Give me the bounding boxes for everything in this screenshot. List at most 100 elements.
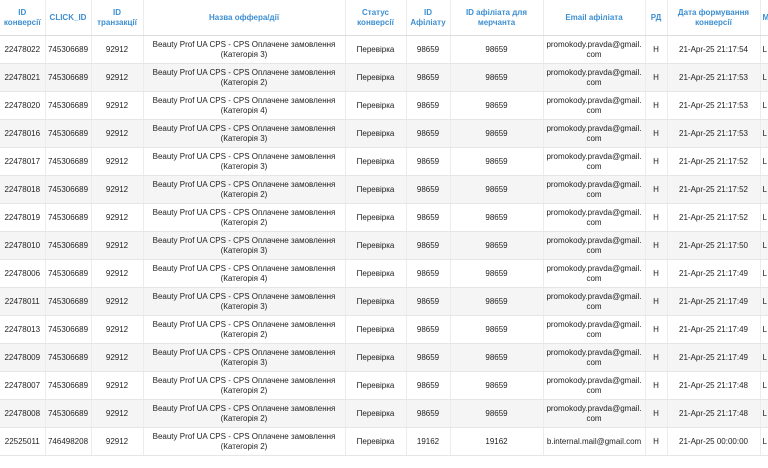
conversion-id-cell: 22478007 — [0, 371, 46, 400]
extra-cell: L — [760, 91, 768, 120]
header-offer-name[interactable]: Назва оффера/дії — [143, 0, 346, 36]
table-row[interactable]: 22478009 745306689 92912 Beauty Prof UA CPS… — [0, 343, 768, 372]
conversion-date-cell: 21-Apr-25 21:17:48 — [667, 399, 761, 428]
rd-cell: Н — [645, 203, 668, 232]
affiliate-id-cell: 98659 — [406, 35, 451, 64]
affiliate-email-cell: promokody.pravda@gmail.com — [543, 63, 646, 92]
status-cell: Перевірка — [345, 427, 407, 456]
table-row[interactable]: 22478011 745306689 92912 Beauty Prof UA CPS… — [0, 287, 768, 316]
conversion-date-cell: 21-Apr-25 21:17:49 — [667, 259, 761, 288]
header-merchant-affiliate-id[interactable]: ID афіліата для мерчанта — [450, 0, 544, 36]
header-click-id[interactable]: CLICK_ID — [45, 0, 92, 36]
transaction-id-cell: 92912 — [91, 203, 144, 232]
merchant-affiliate-id-cell: 98659 — [450, 371, 544, 400]
transaction-id-cell: 92912 — [91, 231, 144, 260]
transaction-id-cell: 92912 — [91, 91, 144, 120]
table-row[interactable]: 22525011 746498208 92912 Beauty Prof UA CPS… — [0, 427, 768, 456]
status-cell: Перевірка — [345, 35, 407, 64]
merchant-affiliate-id-cell: 98659 — [450, 315, 544, 344]
affiliate-email-cell: promokody.pravda@gmail.com — [543, 91, 646, 120]
transaction-id-cell: 92912 — [91, 147, 144, 176]
table-header-row: ID конверсії CLICK_ID ID транзакції Назв… — [0, 0, 768, 36]
transaction-id-cell: 92912 — [91, 315, 144, 344]
affiliate-id-cell: 98659 — [406, 343, 451, 372]
header-conversion-id[interactable]: ID конверсії — [0, 0, 46, 36]
merchant-affiliate-id-cell: 98659 — [450, 259, 544, 288]
table-row[interactable]: 22478006 745306689 92912 Beauty Prof UA CPS… — [0, 259, 768, 288]
click-id-cell: 745306689 — [45, 259, 92, 288]
extra-cell: L — [760, 175, 768, 204]
affiliate-email-cell: promokody.pravda@gmail.com — [543, 203, 646, 232]
conversion-id-cell: 22478019 — [0, 203, 46, 232]
extra-cell: L — [760, 35, 768, 64]
table-row[interactable]: 22478020 745306689 92912 Beauty Prof UA CPS… — [0, 91, 768, 120]
click-id-cell: 746498208 — [45, 427, 92, 456]
merchant-affiliate-id-cell: 98659 — [450, 35, 544, 64]
status-cell: Перевірка — [345, 315, 407, 344]
header-affiliate-id[interactable]: ID Афіліату — [406, 0, 451, 36]
header-affiliate-email[interactable]: Email афіліата — [543, 0, 646, 36]
transaction-id-cell: 92912 — [91, 287, 144, 316]
affiliate-email-cell: promokody.pravda@gmail.com — [543, 35, 646, 64]
offer-name-cell: Beauty Prof UA CPS - CPS Оплачене замовл… — [143, 287, 346, 316]
rd-cell: Н — [645, 231, 668, 260]
header-conversion-status[interactable]: Статус конверсії — [345, 0, 407, 36]
transaction-id-cell: 92912 — [91, 63, 144, 92]
click-id-cell: 745306689 — [45, 119, 92, 148]
conversion-date-cell: 21-Apr-25 21:17:53 — [667, 119, 761, 148]
rd-cell: Н — [645, 287, 668, 316]
header-transaction-id[interactable]: ID транзакції — [91, 0, 144, 36]
extra-cell: L — [760, 315, 768, 344]
affiliate-id-cell: 98659 — [406, 203, 451, 232]
table-row[interactable]: 22478010 745306689 92912 Beauty Prof UA CPS… — [0, 231, 768, 260]
offer-name-cell: Beauty Prof UA CPS - CPS Оплачене замовл… — [143, 371, 346, 400]
table-row[interactable]: 22478008 745306689 92912 Beauty Prof UA CPS… — [0, 399, 768, 428]
conversion-id-cell: 22525011 — [0, 427, 46, 456]
conversion-id-cell: 22478010 — [0, 231, 46, 260]
affiliate-email-cell: promokody.pravda@gmail.com — [543, 119, 646, 148]
table-row[interactable]: 22478007 745306689 92912 Beauty Prof UA CPS… — [0, 371, 768, 400]
conversion-date-cell: 21-Apr-25 21:17:53 — [667, 63, 761, 92]
rd-cell: Н — [645, 343, 668, 372]
offer-name-cell: Beauty Prof UA CPS - CPS Оплачене замовл… — [143, 175, 346, 204]
table-row[interactable]: 22478021 745306689 92912 Beauty Prof UA CPS… — [0, 63, 768, 92]
affiliate-email-cell: promokody.pravda@gmail.com — [543, 399, 646, 428]
status-cell: Перевірка — [345, 371, 407, 400]
rd-cell: Н — [645, 91, 668, 120]
extra-cell: L — [760, 427, 768, 456]
status-cell: Перевірка — [345, 343, 407, 372]
header-conversion-date[interactable]: Дата формування конверсії — [667, 0, 761, 36]
rd-cell: Н — [645, 119, 668, 148]
table-row[interactable]: 22478022 745306689 92912 Beauty Prof UA CPS… — [0, 35, 768, 64]
offer-name-cell: Beauty Prof UA CPS - CPS Оплачене замовл… — [143, 343, 346, 372]
click-id-cell: 745306689 — [45, 371, 92, 400]
click-id-cell: 745306689 — [45, 175, 92, 204]
extra-cell: L — [760, 259, 768, 288]
status-cell: Перевірка — [345, 231, 407, 260]
conversion-id-cell: 22478009 — [0, 343, 46, 372]
table-row[interactable]: 22478018 745306689 92912 Beauty Prof UA CPS… — [0, 175, 768, 204]
rd-cell: Н — [645, 427, 668, 456]
transaction-id-cell: 92912 — [91, 371, 144, 400]
merchant-affiliate-id-cell: 98659 — [450, 231, 544, 260]
conversion-date-cell: 21-Apr-25 21:17:48 — [667, 371, 761, 400]
extra-cell: L — [760, 231, 768, 260]
affiliate-id-cell: 98659 — [406, 371, 451, 400]
affiliate-id-cell: 98659 — [406, 315, 451, 344]
table-row[interactable]: 22478016 745306689 92912 Beauty Prof UA CPS… — [0, 119, 768, 148]
table-row[interactable]: 22478013 745306689 92912 Beauty Prof UA CPS… — [0, 315, 768, 344]
header-extra-column[interactable]: Mi — [760, 0, 768, 36]
rd-cell: Н — [645, 175, 668, 204]
table-row[interactable]: 22478017 745306689 92912 Beauty Prof UA CPS… — [0, 147, 768, 176]
click-id-cell: 745306689 — [45, 399, 92, 428]
affiliate-id-cell: 19162 — [406, 427, 451, 456]
conversion-id-cell: 22478021 — [0, 63, 46, 92]
click-id-cell: 745306689 — [45, 343, 92, 372]
table-row[interactable]: 22478019 745306689 92912 Beauty Prof UA CPS… — [0, 203, 768, 232]
affiliate-email-cell: promokody.pravda@gmail.com — [543, 147, 646, 176]
transaction-id-cell: 92912 — [91, 175, 144, 204]
header-rd[interactable]: РД — [645, 0, 668, 36]
merchant-affiliate-id-cell: 19162 — [450, 427, 544, 456]
offer-name-cell: Beauty Prof UA CPS - CPS Оплачене замовл… — [143, 35, 346, 64]
offer-name-cell: Beauty Prof UA CPS - CPS Оплачене замовл… — [143, 427, 346, 456]
